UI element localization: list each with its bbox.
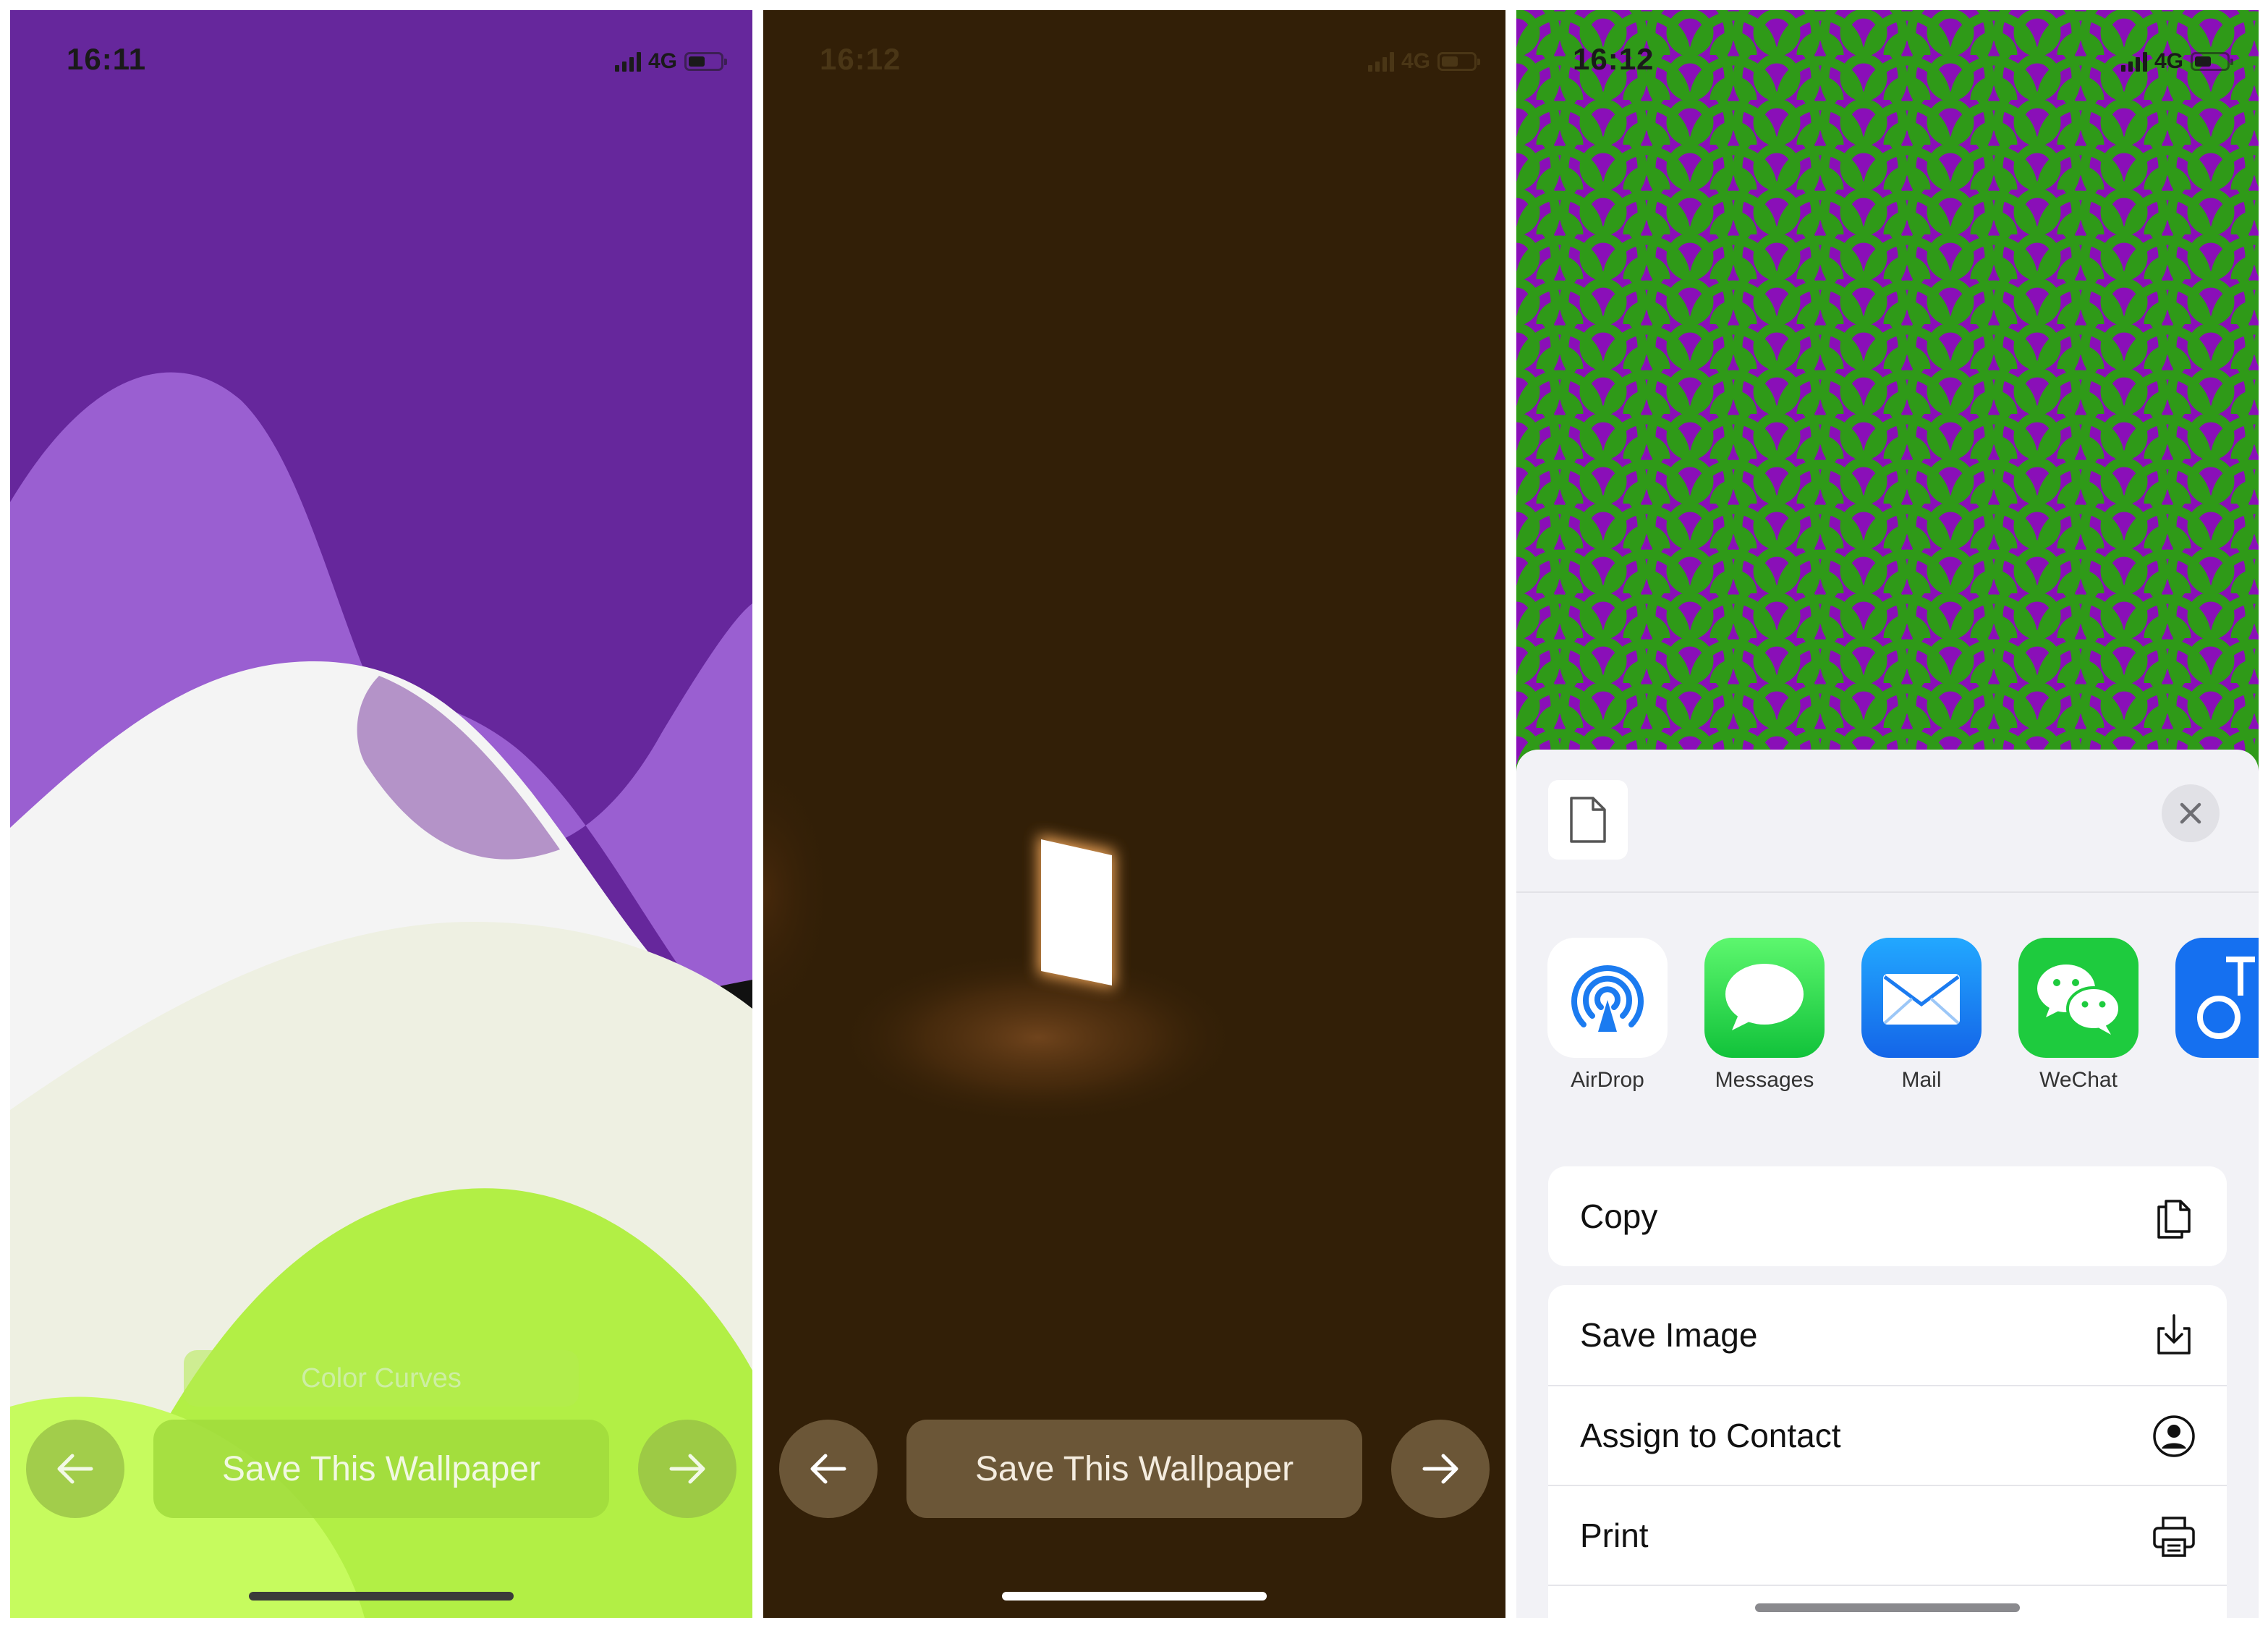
action-group-main: Save Image Assign to Contact Print	[1548, 1285, 2227, 1618]
status-indicators: 4G	[2120, 49, 2233, 74]
network-label: 4G	[2154, 49, 2183, 73]
home-indicator[interactable]	[249, 1592, 514, 1601]
wallpaper-name: Color Curves	[184, 1350, 579, 1407]
share-app-messages[interactable]: Messages	[1692, 938, 1837, 1093]
network-label: 4G	[647, 49, 677, 73]
action-print[interactable]: Print	[1548, 1485, 2227, 1585]
action-label: Print	[1580, 1517, 1649, 1554]
previous-button[interactable]	[26, 1420, 124, 1518]
contact-icon	[2153, 1415, 2195, 1457]
battery-icon	[2191, 52, 2233, 71]
action-save-image[interactable]: Save Image	[1548, 1285, 2227, 1385]
action-label: Save Image	[1580, 1316, 1758, 1354]
app-label: WeChat	[2039, 1068, 2118, 1092]
share-app-airdrop[interactable]: AirDrop	[1535, 938, 1680, 1093]
home-indicator[interactable]	[1755, 1603, 2020, 1612]
print-icon	[2153, 1517, 2195, 1557]
action-partial-row[interactable]	[1548, 1585, 2227, 1618]
phone-screen-share-sheet: 16:12 4G AirDrop Messages Mail WeChat Co…	[1516, 10, 2259, 1618]
signal-icon	[1367, 51, 1394, 72]
close-button[interactable]	[2162, 784, 2220, 842]
airdrop-icon	[1547, 938, 1668, 1058]
status-time: 16:12	[1573, 42, 1655, 76]
save-image-icon	[2157, 1314, 2191, 1354]
app-icon-partial	[2175, 938, 2259, 1058]
wechat-icon	[2018, 938, 2139, 1058]
messages-icon	[1704, 938, 1825, 1058]
app-label: Mail	[1901, 1068, 1942, 1092]
previous-button[interactable]	[779, 1420, 878, 1518]
phone-screen-door: 16:12 4G Save This Wallpaper	[763, 10, 1505, 1618]
share-sheet: AirDrop Messages Mail WeChat Copy Save I…	[1516, 750, 2259, 1618]
action-copy[interactable]: Copy	[1548, 1166, 2227, 1266]
copy-icon	[2157, 1200, 2191, 1239]
action-assign-contact[interactable]: Assign to Contact	[1548, 1385, 2227, 1485]
app-label: AirDrop	[1571, 1068, 1644, 1092]
wallpaper-glowing-door	[763, 10, 1505, 1618]
app-label: Messages	[1715, 1068, 1814, 1092]
save-wallpaper-button[interactable]: Save This Wallpaper	[153, 1420, 609, 1518]
share-app-partial[interactable]	[2163, 938, 2259, 1058]
arrow-right-icon	[1422, 1454, 1458, 1484]
close-icon	[2180, 802, 2201, 824]
phone-screen-color-curves: 16:11 4G Color Curves Save This Wallpape…	[10, 10, 752, 1618]
status-indicators: 4G	[614, 49, 727, 74]
home-indicator[interactable]	[1002, 1592, 1267, 1601]
save-wallpaper-button[interactable]: Save This Wallpaper	[906, 1420, 1362, 1518]
battery-icon	[1437, 52, 1480, 71]
share-app-row: AirDrop Messages Mail WeChat	[1516, 938, 2259, 1104]
network-label: 4G	[1401, 49, 1430, 73]
action-label: Assign to Contact	[1580, 1417, 1841, 1454]
document-icon	[1570, 797, 1606, 843]
share-app-wechat[interactable]: WeChat	[2006, 938, 2151, 1093]
action-group-copy: Copy	[1548, 1166, 2227, 1266]
battery-icon	[684, 52, 727, 71]
shared-item-preview	[1548, 780, 1628, 860]
share-app-mail[interactable]: Mail	[1849, 938, 1994, 1093]
next-button[interactable]	[1391, 1420, 1490, 1518]
divider	[1516, 891, 2259, 893]
mail-icon	[1861, 938, 1982, 1058]
next-button[interactable]	[638, 1420, 736, 1518]
arrow-left-icon	[57, 1454, 93, 1484]
action-label: Copy	[1580, 1197, 1658, 1235]
status-time: 16:11	[67, 42, 147, 76]
arrow-left-icon	[810, 1454, 846, 1484]
status-time: 16:12	[820, 42, 901, 76]
status-indicators: 4G	[1367, 49, 1480, 74]
arrow-right-icon	[669, 1454, 705, 1484]
signal-icon	[2120, 51, 2147, 72]
signal-icon	[614, 51, 641, 72]
